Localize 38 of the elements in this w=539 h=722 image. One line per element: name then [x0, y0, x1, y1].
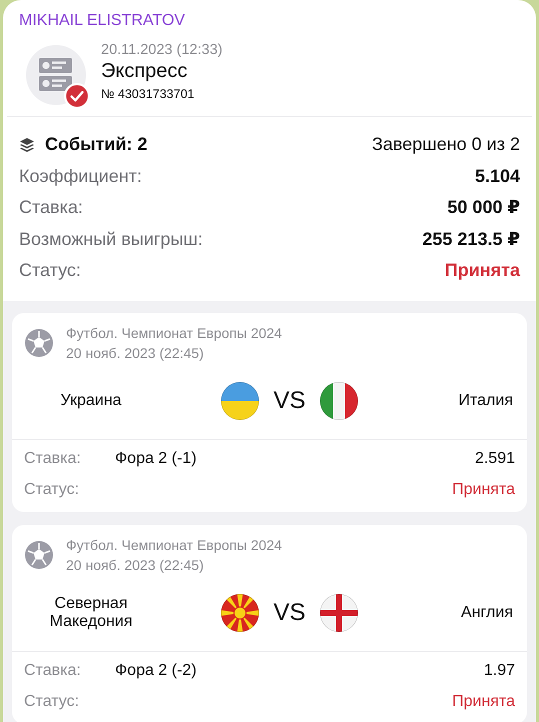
bet-number: № 43031733701 — [101, 87, 196, 101]
away-team: Италия — [458, 392, 513, 410]
layers-icon — [19, 136, 35, 153]
bet-odds: 2.591 — [474, 450, 515, 468]
bet-status: Принята — [452, 481, 515, 499]
summary-label: Ставка: — [19, 197, 83, 218]
bet-market: Фора 2 (-1) — [115, 450, 197, 468]
summary-label: Возможный выигрыш: — [19, 228, 203, 250]
status-label: Статус: — [24, 693, 80, 711]
summary-label: Статус: — [19, 260, 81, 282]
versus-label: VS — [273, 386, 306, 414]
match-date: 20 нояб. 2023 (22:45) — [66, 556, 205, 574]
summary-label: Коэффициент: — [19, 166, 142, 187]
away-team: Англия — [460, 604, 513, 622]
events-count: Событий: 2 — [45, 134, 148, 156]
summary-value: 50 000 ₽ — [447, 197, 520, 218]
sender-name: MIKHAIL ELISTRATOV — [18, 11, 186, 30]
bet-type: Экспресс — [101, 60, 188, 83]
summary-value: 5.104 — [474, 166, 520, 187]
home-team: Северная Македония — [48, 594, 134, 630]
summary-value: 255 213.5 ₽ — [422, 228, 520, 250]
bet-label: Ставка: — [24, 450, 82, 468]
bet-odds: 1.97 — [484, 662, 515, 680]
flag-icon — [318, 380, 358, 420]
soccer-ball-icon — [24, 540, 54, 570]
summary-value: Принята — [444, 260, 520, 282]
versus-label: VS — [273, 598, 306, 626]
bet-label: Ставка: — [24, 662, 82, 680]
bet-status: Принята — [452, 693, 515, 711]
match-date: 20 нояб. 2023 (22:45) — [66, 344, 205, 362]
league-name: Футбол. Чемпионат Европы 2024 — [66, 324, 282, 342]
league-name: Футбол. Чемпионат Европы 2024 — [66, 536, 282, 554]
status-label: Статус: — [24, 481, 80, 499]
home-team: Украина — [60, 392, 122, 410]
soccer-ball-icon — [24, 328, 54, 358]
bet-date: 20.11.2023 (12:33) — [101, 42, 222, 58]
bet-market: Фора 2 (-2) — [115, 662, 197, 680]
flag-icon — [220, 380, 260, 420]
